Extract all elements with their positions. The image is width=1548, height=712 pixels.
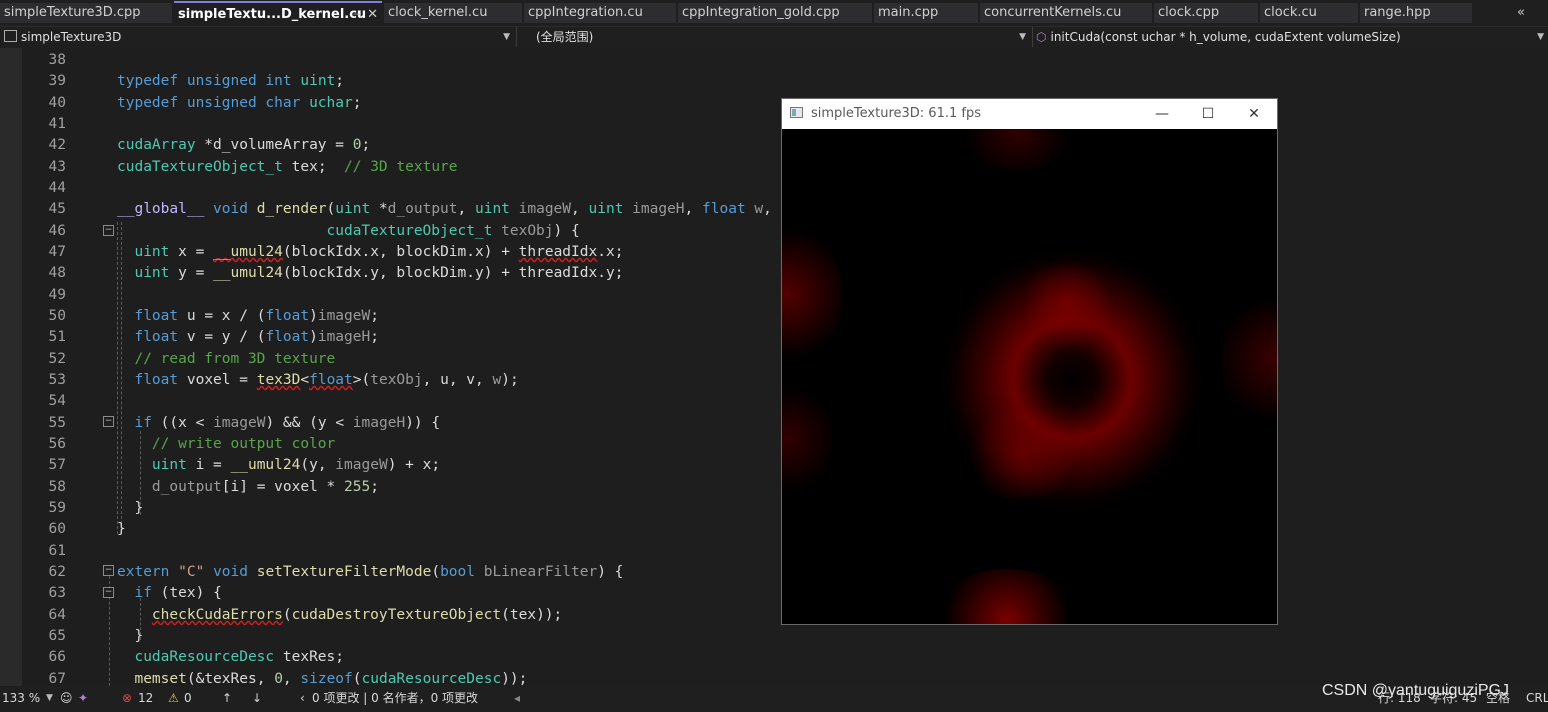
tab-clock-kernel-cu[interactable]: clock_kernel.cu: [384, 3, 522, 23]
tab-concurrentkernels-cu[interactable]: concurrentKernels.cu: [980, 3, 1152, 23]
volume-edge-glow: [1222, 289, 1277, 429]
tab-simpletexture3d-kernel-cu[interactable]: simpleTextu...D_kernel.cu ⊣ ✕: [174, 1, 382, 25]
code-line-63: if (tex) {: [134, 585, 222, 601]
project-label: simpleTexture3D: [21, 30, 122, 44]
function-dropdown[interactable]: ⬡ initCuda(const uchar * h_volume, cudaEx…: [1036, 27, 1548, 47]
code-line-48: uint y = __umul24(blockIdx.y, blockDim.y…: [134, 265, 624, 281]
tab-label: clock.cu: [1264, 5, 1317, 20]
code-line-52: // read from 3D texture: [134, 351, 336, 367]
code-line-66: cudaResourceDesc texRes;: [134, 649, 345, 665]
status-bar: 133 % ▼ ☺ ✦ ⊗ 12 ⚠ 0 ↑ ↓ ‹ 0 项更改 | 0 名作者…: [0, 686, 1548, 712]
code-line-57: uint i = __umul24(y, imageW) + x;: [151, 457, 441, 473]
tab-label: range.hpp: [1364, 5, 1431, 20]
warning-count[interactable]: 0: [184, 688, 192, 708]
code-line-55: if ((x < imageW) && (y < imageH)) {: [134, 415, 441, 431]
code-line-42: cudaArray *d_volumeArray = 0;: [117, 137, 371, 153]
chevron-left-icon: ‹: [300, 691, 305, 705]
tab-range-hpp[interactable]: range.hpp: [1360, 3, 1472, 23]
volume-lobe: [962, 409, 1082, 499]
tab-label: clock.cpp: [1158, 5, 1220, 20]
volume-lobe: [1022, 259, 1112, 349]
render-window[interactable]: simpleTexture3D: 61.1 fps — ☐ ✕: [781, 98, 1278, 625]
app-window-icon: [790, 107, 803, 118]
tab-label: simpleTexture3D.cpp: [4, 5, 141, 20]
error-count[interactable]: 12: [138, 688, 153, 708]
code-line-46: cudaTextureObject_t texObj) {: [326, 223, 580, 239]
tab-label: simpleTextu...D_kernel.cu: [178, 7, 367, 22]
code-line-62: extern "C" void setTextureFilterMode(boo…: [117, 564, 624, 580]
code-line-65: }: [117, 628, 144, 644]
code-line-56: // write output color: [151, 436, 336, 452]
code-line-47: uint x = __umul24(blockIdx.x, blockDim.x…: [134, 244, 624, 260]
project-dropdown[interactable]: simpleTexture3D ▼: [0, 27, 514, 47]
document-tab-bar: simpleTexture3D.cpp simpleTextu...D_kern…: [0, 0, 1548, 28]
scope-dropdown[interactable]: (全局范围) ▼: [520, 27, 1030, 47]
tab-main-cpp[interactable]: main.cpp: [874, 3, 978, 23]
volume-render-canvas[interactable]: [782, 129, 1277, 624]
eol-indicator[interactable]: CRLF: [1526, 688, 1548, 708]
close-icon[interactable]: ✕: [367, 3, 378, 25]
pin-icon[interactable]: ⊣: [352, 3, 362, 25]
arrow-down-icon[interactable]: ↓: [252, 688, 262, 708]
project-icon: [4, 30, 17, 42]
volume-edge-glow: [782, 219, 842, 369]
code-line-40: typedef unsigned char uchar;: [117, 95, 362, 111]
code-line-64: checkCudaErrors(cudaDestroyTextureObject…: [151, 607, 563, 623]
code-line-51: float v = y / (float)imageH;: [134, 329, 379, 345]
watermark: CSDN @yantuguiguziPGJ: [1322, 682, 1509, 699]
scroll-left-icon[interactable]: ◂: [514, 688, 520, 708]
close-button[interactable]: ✕: [1231, 99, 1277, 129]
code-line-43: cudaTextureObject_t tex; // 3D texture: [117, 159, 458, 175]
code-line-53: float voxel = tex3D<float>(texObj, u, v,…: [134, 372, 519, 388]
code-line-60: }: [117, 521, 126, 537]
tab-label: cppIntegration.cu: [528, 5, 643, 20]
error-icon[interactable]: ⊗: [122, 688, 132, 708]
intellicode-icon[interactable]: ✦: [78, 688, 88, 708]
chevron-down-icon: ▼: [1019, 32, 1026, 42]
tab-label: main.cpp: [878, 5, 939, 20]
code-line-45: __global__ void d_render(uint *d_output,…: [117, 201, 772, 217]
tab-simpletexture3d-cpp[interactable]: simpleTexture3D.cpp: [0, 3, 172, 23]
tab-clock-cu[interactable]: clock.cu: [1260, 3, 1358, 23]
window-title-bar[interactable]: simpleTexture3D: 61.1 fps — ☐ ✕: [782, 99, 1277, 129]
code-line-50: float u = x / (float)imageW;: [134, 308, 379, 324]
volume-edge-glow: [932, 569, 1082, 624]
code-line-58: d_output[i] = voxel * 255;: [151, 479, 379, 495]
arrow-up-icon[interactable]: ↑: [222, 688, 232, 708]
tab-cppintegration-gold-cpp[interactable]: cppIntegration_gold.cpp: [678, 3, 872, 23]
code-line-39: typedef unsigned int uint;: [117, 73, 345, 89]
function-label: initCuda(const uchar * h_volume, cudaExt…: [1050, 30, 1401, 44]
volume-edge-glow: [782, 379, 832, 499]
code-editor[interactable]: 38 39 40 41 42 43 44 45 46 47 48 49 50 51 52 53 54 55 56 57…: [0, 48, 1548, 686]
minimize-button[interactable]: —: [1139, 99, 1185, 129]
function-cube-icon: ⬡: [1036, 30, 1047, 44]
tab-label: clock_kernel.cu: [388, 5, 488, 20]
tab-clock-cpp[interactable]: clock.cpp: [1154, 3, 1258, 23]
tab-label: cppIntegration_gold.cpp: [682, 5, 840, 20]
volume-edge-glow: [952, 129, 1082, 169]
tab-cppintegration-cu[interactable]: cppIntegration.cu: [524, 3, 676, 23]
code-line-59: }: [117, 500, 144, 516]
chevron-down-icon: ▼: [1537, 32, 1544, 42]
chevron-double-left-icon[interactable]: «: [1510, 3, 1532, 23]
navigation-bar: simpleTexture3D ▼ (全局范围) ▼ ⬡ initCuda(con…: [0, 27, 1548, 47]
copilot-icon[interactable]: ☺: [60, 688, 73, 708]
tab-label: concurrentKernels.cu: [984, 5, 1122, 20]
warning-icon[interactable]: ⚠: [168, 688, 179, 708]
chevron-down-icon[interactable]: ▼: [46, 688, 53, 708]
window-title: simpleTexture3D: 61.1 fps: [811, 106, 981, 121]
git-changes-summary[interactable]: 0 项更改 | 0 名作者，0 项更改: [312, 688, 478, 708]
scope-label: (全局范围): [536, 30, 594, 44]
maximize-button[interactable]: ☐: [1185, 99, 1231, 129]
code-line-67: memset(&texRes, 0, sizeof(cudaResourceDe…: [134, 671, 528, 686]
chevron-down-icon: ▼: [503, 32, 510, 42]
zoom-level[interactable]: 133 %: [2, 688, 40, 708]
